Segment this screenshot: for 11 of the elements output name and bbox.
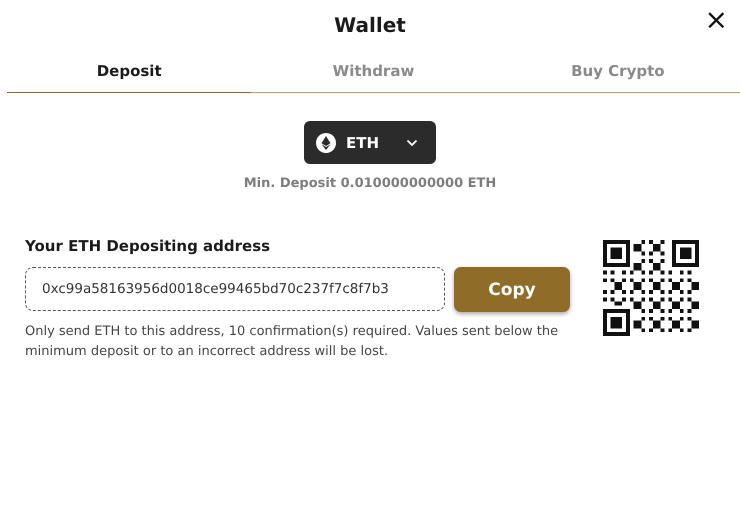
- currency-select[interactable]: ETH: [304, 121, 436, 164]
- address-label: Your ETH Depositing address: [25, 237, 272, 255]
- min-deposit-text: Min. Deposit 0.010000000000 ETH: [244, 176, 496, 191]
- tab[interactable]: Deposit: [7, 50, 252, 93]
- address-field[interactable]: 0xc99a58163956d0018ce99465bd70c237f7c8f7b3: [25, 267, 445, 311]
- chevron-down-icon: [406, 138, 418, 146]
- ethereum-icon: [316, 132, 336, 152]
- copy-button[interactable]: Copy: [454, 267, 570, 312]
- window-title: Wallet: [334, 13, 406, 37]
- close-button[interactable]: ×: [700, 4, 732, 36]
- deposit-note: Only send ETH to this address, 10 confirmation(s) required. Values sent below the minimum deposit or to an incorrect address will be lost.: [25, 323, 560, 361]
